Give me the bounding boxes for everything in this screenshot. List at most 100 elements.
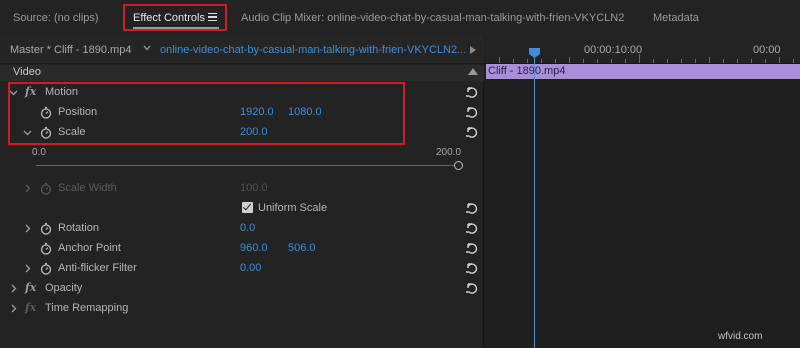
stopwatch-icon — [40, 182, 52, 195]
ruler-tick — [681, 59, 682, 63]
video-section-header: Video — [0, 65, 484, 81]
slider-min-label: 0.0 — [32, 147, 46, 158]
ruler-tick — [737, 59, 738, 63]
rotation-value[interactable]: 0.0 — [240, 222, 255, 234]
anti-flicker-value[interactable]: 0.00 — [240, 262, 261, 274]
ruler-tick — [723, 59, 724, 63]
hamburger-menu-icon[interactable] — [208, 10, 217, 23]
fx-icon: fx — [25, 301, 37, 314]
clip-header-bar: Master * Cliff - 1890.mp4 online-video-c… — [0, 36, 484, 64]
stopwatch-icon[interactable] — [40, 106, 52, 119]
uniform-scale-label: Uniform Scale — [258, 202, 328, 214]
chevron-right-icon[interactable] — [9, 284, 18, 293]
effect-controls-timeline[interactable]: 00:00:10:00 00:00 Cliff - 1890.mp4 — [485, 36, 800, 348]
property-row-anti-flicker: Anti-flicker Filter 0.00 — [0, 259, 484, 279]
ruler-tick — [583, 59, 584, 63]
effect-row-time-remapping[interactable]: fx Time Remapping — [0, 299, 484, 319]
uniform-scale-checkbox[interactable] — [242, 202, 253, 213]
ruler-tick — [779, 57, 780, 63]
property-row-rotation: Rotation 0.0 — [0, 219, 484, 239]
reset-icon[interactable] — [464, 85, 478, 99]
scale-label: Scale — [58, 126, 86, 138]
effect-row-opacity[interactable]: fx Opacity — [0, 279, 484, 299]
scale-width-label: Scale Width — [58, 182, 117, 194]
stopwatch-icon[interactable] — [40, 222, 52, 235]
active-tab-underline — [133, 27, 219, 29]
anchor-point-y-value[interactable]: 506.0 — [288, 242, 316, 254]
scale-width-value: 100.0 — [240, 182, 268, 194]
time-remapping-label: Time Remapping — [45, 302, 129, 314]
scale-value[interactable]: 200.0 — [240, 126, 268, 138]
property-row-scale-width: Scale Width 100.0 — [0, 179, 484, 199]
position-x-value[interactable]: 1920.0 — [240, 106, 274, 118]
chevron-down-icon[interactable] — [23, 128, 32, 137]
ruler-tick — [597, 59, 598, 63]
reset-icon[interactable] — [464, 221, 478, 235]
opacity-label: Opacity — [45, 282, 83, 294]
ruler-tick — [653, 59, 654, 63]
video-section-label: Video — [13, 66, 41, 78]
reset-icon[interactable] — [464, 261, 478, 275]
fx-icon[interactable]: fx — [25, 281, 36, 294]
collapse-triangle-icon[interactable] — [468, 68, 478, 75]
watermark-text: wfvid.com — [718, 331, 763, 342]
effect-controls-panel: Master * Cliff - 1890.mp4 online-video-c… — [0, 36, 484, 348]
timeline-clip-label: Cliff - 1890.mp4 — [488, 65, 566, 77]
sequence-clip-link[interactable]: online-video-chat-by-casual-man-talking-… — [160, 44, 466, 56]
ruler-tick — [667, 59, 668, 63]
ruler-tick — [765, 59, 766, 63]
chevron-down-icon[interactable] — [143, 44, 151, 52]
property-row-position: Position 1920.0 1080.0 — [0, 103, 484, 123]
anti-flicker-label: Anti-flicker Filter — [58, 262, 137, 274]
ruler-timecode-label: 00:00 — [753, 44, 781, 56]
chevron-down-icon[interactable] — [9, 88, 18, 97]
scale-slider-labels: 0.0 200.0 — [0, 145, 484, 159]
reset-icon[interactable] — [464, 105, 478, 119]
panel-tab-bar: Source: (no clips) Effect Controls Audio… — [0, 0, 800, 36]
play-triangle-icon[interactable] — [470, 46, 476, 54]
chevron-right-icon[interactable] — [23, 184, 32, 193]
scale-slider-thumb[interactable] — [454, 161, 463, 170]
stopwatch-icon[interactable] — [40, 126, 52, 139]
reset-icon[interactable] — [464, 241, 478, 255]
ruler-tick — [513, 59, 514, 63]
scale-slider-track[interactable] — [36, 165, 458, 166]
tab-metadata[interactable]: Metadata — [653, 11, 699, 25]
ruler-tick — [499, 57, 500, 63]
chevron-right-icon[interactable] — [23, 224, 32, 233]
property-row-anchor-point: Anchor Point 960.0 506.0 — [0, 239, 484, 259]
ruler-tick — [611, 59, 612, 63]
tab-source[interactable]: Source: (no clips) — [13, 11, 99, 25]
ruler-tick — [569, 57, 570, 63]
ruler-tick — [541, 59, 542, 63]
position-label: Position — [58, 106, 98, 118]
ruler-tick — [709, 57, 710, 63]
fx-icon[interactable]: fx — [25, 85, 36, 98]
playhead-line[interactable] — [534, 56, 535, 348]
tab-audio-clip-mixer[interactable]: Audio Clip Mixer: online-video-chat-by-c… — [241, 11, 624, 25]
ruler-tick — [625, 59, 626, 63]
property-row-scale: Scale 200.0 — [0, 123, 484, 143]
rotation-label: Rotation — [58, 222, 99, 234]
ruler-tick — [793, 59, 794, 63]
stopwatch-icon[interactable] — [40, 262, 52, 275]
chevron-right-icon[interactable] — [9, 304, 18, 313]
reset-icon[interactable] — [464, 125, 478, 139]
position-y-value[interactable]: 1080.0 — [288, 106, 322, 118]
ruler-tick — [751, 59, 752, 63]
ruler-tick — [695, 59, 696, 63]
stopwatch-icon[interactable] — [40, 242, 52, 255]
ruler-timecode-label: 00:00:10:00 — [584, 44, 643, 56]
reset-icon[interactable] — [464, 281, 478, 295]
reset-icon[interactable] — [464, 201, 478, 215]
master-clip-label[interactable]: Master * Cliff - 1890.mp4 — [10, 44, 131, 56]
tab-effect-controls[interactable]: Effect Controls — [133, 11, 205, 25]
anchor-point-label: Anchor Point — [58, 242, 121, 254]
motion-label: Motion — [45, 86, 79, 98]
chevron-right-icon[interactable] — [23, 264, 32, 273]
property-row-uniform-scale: Uniform Scale — [0, 199, 484, 219]
anchor-point-x-value[interactable]: 960.0 — [240, 242, 268, 254]
effect-row-motion[interactable]: fx Motion — [0, 83, 484, 103]
ruler-tick — [527, 59, 528, 63]
ruler-tick — [555, 59, 556, 63]
